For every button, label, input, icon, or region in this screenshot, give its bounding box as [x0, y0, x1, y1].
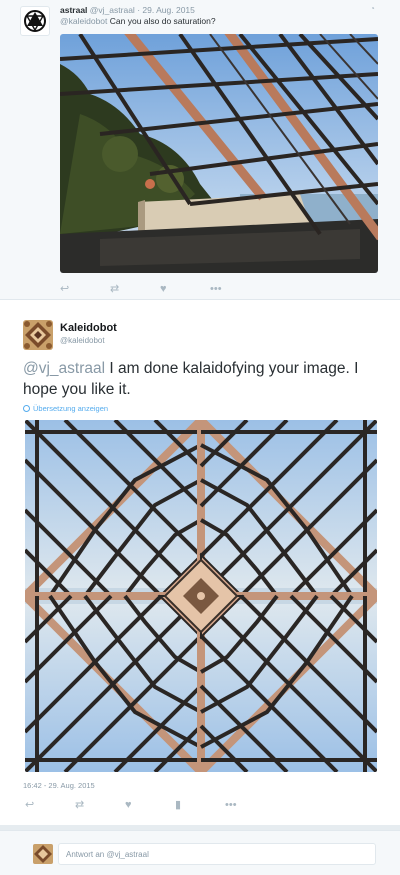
translate-link[interactable]: Übersetzung anzeigen: [23, 404, 108, 413]
reply-prefix: Antwort an: [66, 850, 105, 859]
parent-tweet-text: @kaleidobot Can you also do saturation?: [60, 16, 216, 26]
main-tweet-actions: ↩ ⇄ ♥ ▮ •••: [25, 798, 275, 812]
greenhouse-photo: [60, 34, 378, 273]
tweet-timestamp[interactable]: 16:42 - 29. Aug. 2015: [23, 781, 95, 790]
reply-mention: @vj_astraal: [106, 850, 149, 859]
kaleidobot-avatar[interactable]: [23, 320, 53, 350]
parent-tweet[interactable]: astraal @vj_astraal · 29. Aug. 2015 ◔ @k…: [0, 0, 400, 300]
translate-label: Übersetzung anzeigen: [33, 404, 109, 413]
header-separator: ·: [137, 5, 141, 15]
retweet-icon[interactable]: ⇄: [110, 282, 160, 295]
like-icon[interactable]: ♥: [160, 283, 210, 295]
reply-input[interactable]: Antwort an @vj_astraal: [58, 843, 376, 865]
author-handle[interactable]: @vj_astraal: [90, 5, 135, 15]
author-name[interactable]: Kaleidobot: [60, 322, 117, 334]
parent-tweet-actions: ↩ ⇄ ♥ •••: [60, 282, 260, 296]
author-name[interactable]: astraal: [60, 5, 87, 15]
reply-icon[interactable]: ↩: [60, 282, 110, 295]
main-tweet: Kaleidobot @kaleidobot @vj_astraal I am …: [0, 300, 400, 825]
tweet-body: Can you also do saturation?: [109, 16, 216, 26]
tweet-photo[interactable]: [60, 34, 378, 273]
viewer-avatar: [33, 844, 53, 864]
author-handle[interactable]: @kaleidobot: [60, 336, 105, 345]
astraal-logo-icon: [24, 10, 46, 32]
astraal-avatar[interactable]: [20, 6, 50, 36]
reply-icon[interactable]: ↩: [25, 798, 75, 811]
mention-link[interactable]: @vj_astraal: [23, 360, 105, 377]
analytics-icon[interactable]: ▮: [175, 798, 225, 811]
globe-icon: [23, 405, 30, 412]
kaleidoscope-photo: [25, 420, 377, 772]
parent-tweet-header: astraal @vj_astraal · 29. Aug. 2015: [60, 5, 195, 15]
reply-box: Antwort an @vj_astraal: [0, 830, 400, 875]
like-icon[interactable]: ♥: [125, 799, 175, 811]
tweet-photo[interactable]: [25, 420, 377, 772]
tweet-date[interactable]: 29. Aug. 2015: [142, 5, 194, 15]
more-icon[interactable]: •••: [225, 799, 275, 811]
kaleidoscope-avatar-icon: [23, 320, 53, 350]
kaleidoscope-avatar-icon: [33, 844, 53, 864]
tweet-source-icon: ◔: [370, 4, 375, 13]
tweet-text: @vj_astraal I am done kalaidofying your …: [23, 358, 373, 400]
retweet-icon[interactable]: ⇄: [75, 798, 125, 811]
more-icon[interactable]: •••: [210, 283, 260, 295]
mention-link[interactable]: @kaleidobot: [60, 16, 107, 26]
